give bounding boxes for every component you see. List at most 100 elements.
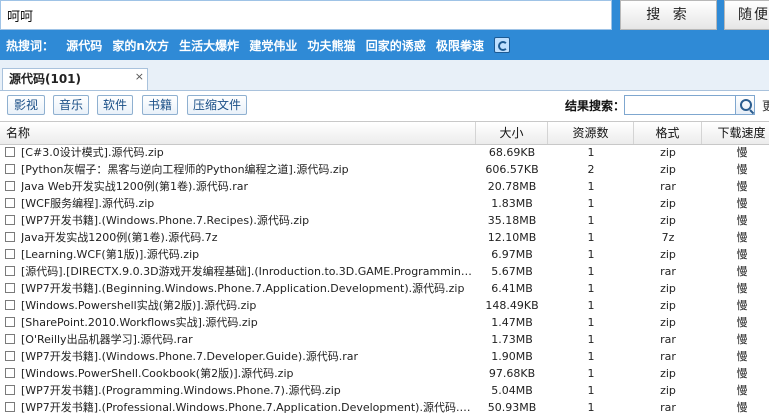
file-size: 12.10MB — [487, 231, 537, 244]
file-name[interactable]: [WP7开发书籍].(Beginning.Windows.Phone.7.App… — [21, 280, 473, 297]
resource-count: 1 — [587, 367, 595, 380]
tab-strip: 源代码(101) × — [0, 60, 769, 91]
table-row[interactable]: [WP7开发书籍].(Beginning.Windows.Phone.7.App… — [0, 280, 769, 297]
tab-source-code[interactable]: 源代码(101) × — [2, 68, 148, 90]
file-name[interactable]: Java开发实战1200例(第1卷).源代码.7z — [21, 229, 473, 246]
row-checkbox[interactable] — [5, 232, 15, 242]
file-name[interactable]: [Windows.Powershell实战(第2版)].源代码.zip — [21, 297, 473, 314]
result-search-button[interactable] — [735, 95, 755, 115]
file-name[interactable]: [WCF服务编程].源代码.zip — [21, 195, 473, 212]
refresh-icon[interactable] — [494, 37, 511, 53]
row-checkbox[interactable] — [5, 283, 15, 293]
hotword-link[interactable]: 源代码 — [66, 39, 102, 53]
hotword-link[interactable]: 回家的诱惑 — [366, 39, 426, 53]
table-row[interactable]: [Python灰帽子：黑客与逆向工程师的Python编程之道].源代码.zip 6… — [0, 161, 769, 178]
hotword-link[interactable]: 建党伟业 — [249, 39, 297, 53]
file-name[interactable]: [WP7开发书籍].(Windows.Phone.7.Developer.Gui… — [21, 348, 473, 365]
file-format: zip — [660, 146, 676, 159]
table-row[interactable]: [SharePoint.2010.Workflows实战].源代码.zip 1.4… — [0, 314, 769, 331]
table-row[interactable]: [Windows.PowerShell.Cookbook(第2版)].源代码.z… — [0, 365, 769, 382]
file-name[interactable]: [SharePoint.2010.Workflows实战].源代码.zip — [21, 314, 473, 331]
resource-count: 1 — [587, 214, 595, 227]
file-name[interactable]: [WP7开发书籍].(Windows.Phone.7.Recipes).源代码.… — [21, 212, 473, 229]
hotword-link[interactable]: 功夫熊猫 — [308, 39, 356, 53]
file-name[interactable]: [O'Reilly出品机器学习].源代码.rar — [21, 331, 473, 348]
file-name[interactable]: [Windows.PowerShell.Cookbook(第2版)].源代码.z… — [21, 365, 473, 382]
table-row[interactable]: [WP7开发书籍].(Windows.Phone.7.Developer.Gui… — [0, 348, 769, 365]
row-checkbox[interactable] — [5, 351, 15, 361]
download-speed: 慢 — [736, 214, 748, 227]
row-checkbox[interactable] — [5, 198, 15, 208]
table-row[interactable]: [WP7开发书籍].(Programming.Windows.Phone.7).… — [0, 382, 769, 399]
file-name[interactable]: [源代码].[DIRECTX.9.0.3D游戏开发编程基础].(Inroduct… — [21, 263, 473, 280]
table-row[interactable]: [Learning.WCF(第1版)].源代码.zip 6.97MB 1 zip 慢 — [0, 246, 769, 263]
column-header-name[interactable]: 名称 — [0, 122, 476, 144]
row-checkbox[interactable] — [5, 385, 15, 395]
category-video-button[interactable]: 影视 — [7, 95, 45, 115]
category-archive-button[interactable]: 压缩文件 — [187, 95, 247, 115]
row-checkbox[interactable] — [5, 317, 15, 327]
file-size: 606.57KB — [485, 163, 539, 176]
category-books-button[interactable]: 书籍 — [142, 95, 178, 115]
close-icon[interactable]: × — [135, 67, 144, 87]
resource-count: 1 — [587, 265, 595, 278]
column-header-size[interactable]: 大小 — [476, 122, 548, 144]
table-row[interactable]: [O'Reilly出品机器学习].源代码.rar 1.73MB 1 rar 慢 — [0, 331, 769, 348]
file-size: 5.04MB — [491, 384, 533, 397]
filter-extra-link[interactable]: 更 — [762, 97, 769, 114]
file-format: zip — [660, 248, 676, 261]
row-checkbox[interactable] — [5, 249, 15, 259]
table-row[interactable]: [WCF服务编程].源代码.zip 1.83MB 1 zip 慢 — [0, 195, 769, 212]
file-format: zip — [660, 214, 676, 227]
file-size: 35.18MB — [487, 214, 537, 227]
search-button[interactable]: 搜 索 — [620, 0, 717, 30]
row-checkbox[interactable] — [5, 215, 15, 225]
hotword-link[interactable]: 极限拳速 — [436, 39, 484, 53]
file-name[interactable]: Java Web开发实战1200例(第1卷).源代码.rar — [21, 178, 473, 195]
file-name[interactable]: [WP7开发书籍].(Programming.Windows.Phone.7).… — [21, 382, 473, 399]
table-row[interactable]: [WP7开发书籍].(Professional.Windows.Phone.7.… — [0, 399, 769, 416]
download-speed: 慢 — [736, 248, 748, 261]
file-name[interactable]: [Python灰帽子：黑客与逆向工程师的Python编程之道].源代码.zip — [21, 161, 473, 178]
row-checkbox[interactable] — [5, 147, 15, 157]
table-row[interactable]: [C#3.0设计模式].源代码.zip 68.69KB 1 zip 慢 — [0, 144, 769, 161]
row-checkbox[interactable] — [5, 368, 15, 378]
category-music-button[interactable]: 音乐 — [53, 95, 89, 115]
filter-bar: 影视 音乐 软件 书籍 压缩文件 结果搜索： 更 — [0, 91, 769, 119]
table-row[interactable]: Java Web开发实战1200例(第1卷).源代码.rar 20.78MB 1 ra… — [0, 178, 769, 195]
row-checkbox[interactable] — [5, 164, 15, 174]
hotword-link[interactable]: 生活大爆炸 — [179, 39, 239, 53]
column-header-format[interactable]: 格式 — [634, 122, 702, 144]
file-size: 6.97MB — [491, 248, 533, 261]
column-header-speed[interactable]: 下载速度 — [702, 122, 769, 144]
table-row[interactable]: Java开发实战1200例(第1卷).源代码.7z 12.10MB 1 7z 慢 — [0, 229, 769, 246]
table-row[interactable]: [WP7开发书籍].(Windows.Phone.7.Recipes).源代码.… — [0, 212, 769, 229]
file-format: zip — [660, 163, 676, 176]
hotwords-label: 热搜词： — [6, 39, 55, 53]
search-input[interactable] — [0, 0, 612, 30]
result-list: [C#3.0设计模式].源代码.zip 68.69KB 1 zip 慢 [Python灰帽… — [0, 144, 769, 416]
table-row[interactable]: [Windows.Powershell实战(第2版)].源代码.zip 148.4… — [0, 297, 769, 314]
result-search-label: 结果搜索： — [565, 99, 626, 113]
file-size: 1.83MB — [491, 197, 533, 210]
download-speed: 慢 — [736, 146, 748, 159]
file-name[interactable]: [Learning.WCF(第1版)].源代码.zip — [21, 246, 473, 263]
file-name[interactable]: [C#3.0设计模式].源代码.zip — [21, 144, 473, 161]
file-format: zip — [660, 282, 676, 295]
result-search-input[interactable] — [624, 95, 736, 115]
file-size: 97.68KB — [488, 367, 536, 380]
hotword-link[interactable]: 家的n次方 — [112, 39, 169, 53]
file-name[interactable]: [WP7开发书籍].(Professional.Windows.Phone.7.… — [21, 399, 473, 416]
row-checkbox[interactable] — [5, 300, 15, 310]
category-software-button[interactable]: 软件 — [97, 95, 133, 115]
row-checkbox[interactable] — [5, 181, 15, 191]
file-format: rar — [660, 333, 676, 346]
column-header-count[interactable]: 资源数 — [548, 122, 634, 144]
random-button[interactable]: 随便 — [724, 0, 769, 30]
row-checkbox[interactable] — [5, 402, 15, 412]
file-format: zip — [660, 197, 676, 210]
row-checkbox[interactable] — [5, 334, 15, 344]
resource-count: 1 — [587, 333, 595, 346]
row-checkbox[interactable] — [5, 266, 15, 276]
table-row[interactable]: [源代码].[DIRECTX.9.0.3D游戏开发编程基础].(Inroduct… — [0, 263, 769, 280]
